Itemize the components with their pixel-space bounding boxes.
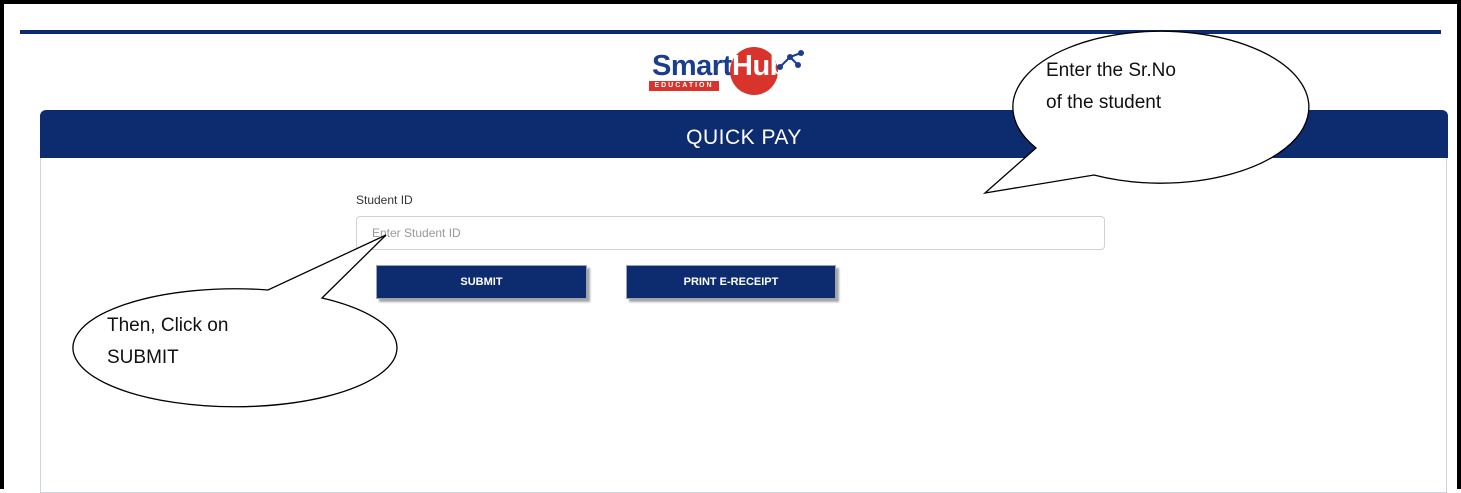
callout-1-text: Enter the Sr.No of the student: [1046, 55, 1176, 119]
callout-1-line2: of the student: [1046, 92, 1162, 113]
callout-2-line1: Then, Click on: [107, 315, 229, 336]
callout-1-line1: Enter the Sr.No: [1046, 60, 1176, 81]
callout-2-line2: SUBMIT: [107, 347, 179, 368]
annotation-callouts: [72, 30, 1310, 408]
callout-2-text: Then, Click on SUBMIT: [107, 310, 228, 374]
